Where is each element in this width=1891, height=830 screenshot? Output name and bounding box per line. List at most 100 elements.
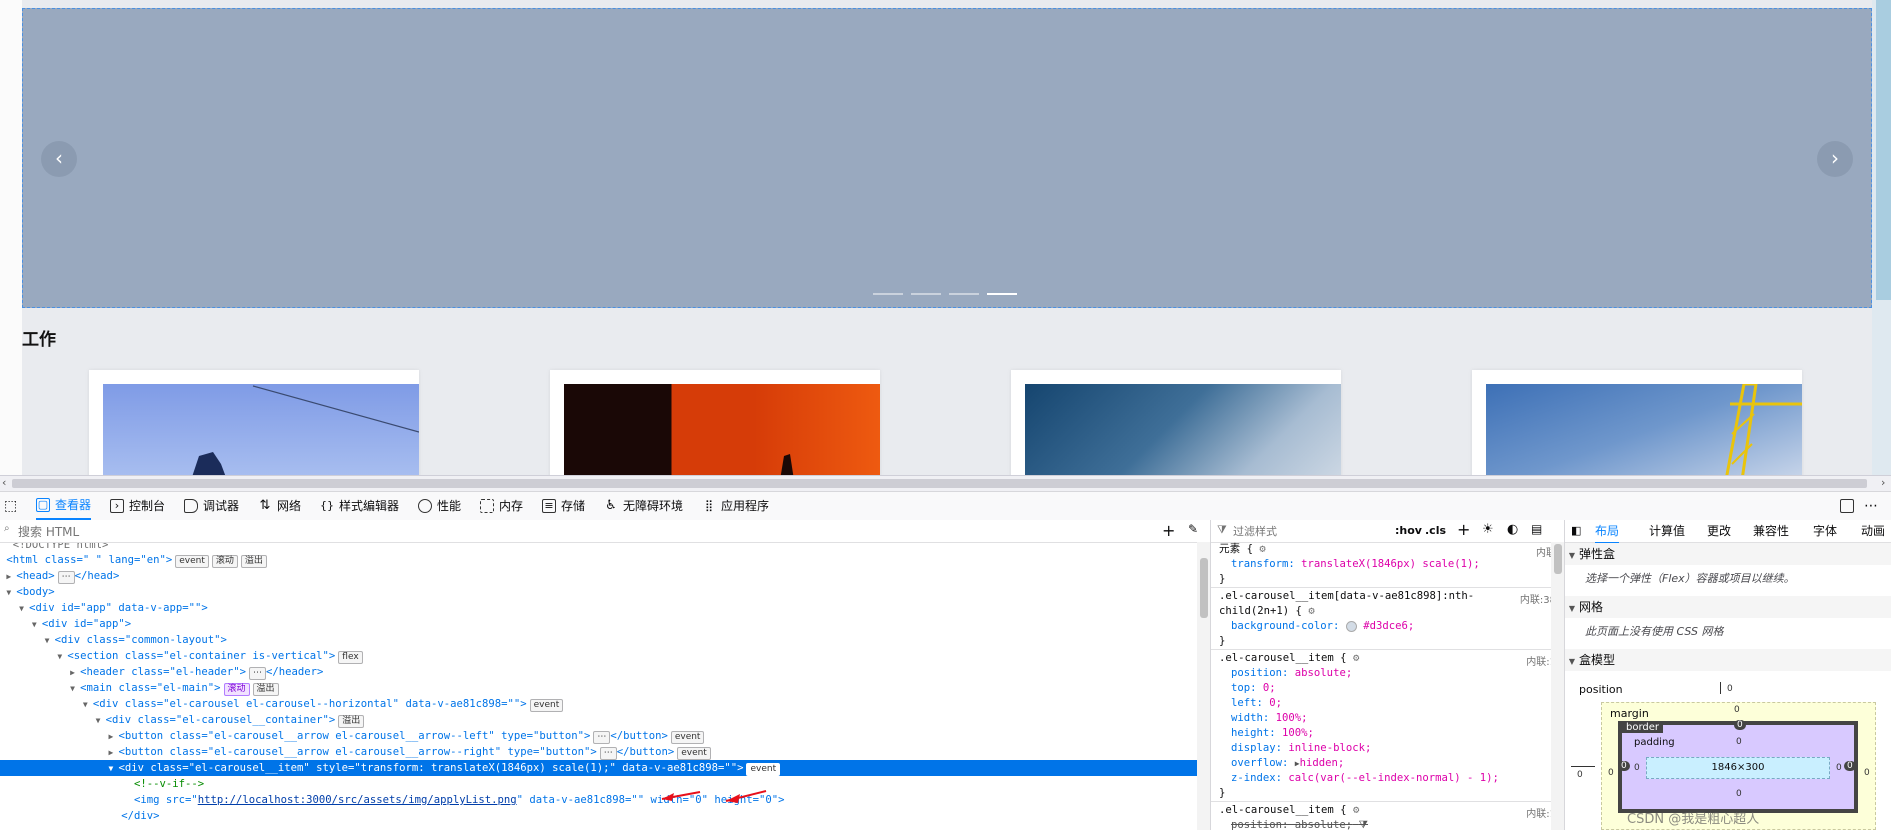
- collapse-arrow-icon[interactable]: ▼: [96, 713, 106, 729]
- collapse-arrow-icon[interactable]: ▼: [108, 761, 118, 777]
- carousel-indicator-active[interactable]: [987, 293, 1017, 295]
- tree-row-comment[interactable]: <!--v-if-->: [0, 776, 1197, 792]
- tree-row-common-layout[interactable]: ▼ <div class="common-layout">: [0, 632, 1197, 648]
- tab-performance[interactable]: 性能: [418, 492, 461, 520]
- tree-row-section[interactable]: ▼ <section class="el-container is-vertica…: [0, 648, 1197, 664]
- tab-compatibility[interactable]: 兼容性: [1753, 520, 1789, 542]
- work-card-2[interactable]: [550, 370, 880, 475]
- element-picker-button[interactable]: ⬚: [4, 492, 17, 520]
- rules-filter-input[interactable]: [1231, 522, 1385, 540]
- event-badge[interactable]: event: [746, 763, 781, 776]
- rule-declaration[interactable]: transform: translateX(1846px) scale(1);: [1231, 557, 1480, 572]
- gear-icon[interactable]: ⚙: [1353, 652, 1359, 664]
- tab-animations[interactable]: 动画: [1861, 520, 1885, 542]
- scroll-left-icon[interactable]: ‹: [2, 476, 6, 489]
- print-media-icon[interactable]: ▤: [1531, 522, 1542, 536]
- work-card-3[interactable]: [1011, 370, 1341, 475]
- class-toggle[interactable]: .cls: [1425, 524, 1446, 537]
- grid-section-header[interactable]: ▼ 网格: [1565, 596, 1891, 618]
- add-rule-icon[interactable]: +: [1457, 520, 1470, 539]
- color-swatch[interactable]: [1345, 620, 1357, 632]
- event-badge[interactable]: event: [677, 747, 711, 760]
- tab-storage[interactable]: ≡ 存储: [542, 492, 585, 520]
- tree-row-app-outer[interactable]: ▼ <div id="app" data-v-app="">: [0, 600, 1197, 616]
- expand-arrow-icon[interactable]: ▶: [108, 729, 118, 745]
- rules-scrollbar[interactable]: [1551, 542, 1564, 830]
- carousel-prev-button[interactable]: ‹: [41, 141, 77, 177]
- dark-theme-icon[interactable]: ◐: [1507, 522, 1518, 537]
- rule-selector[interactable]: .el-carousel__item { ⚙: [1219, 803, 1359, 818]
- hover-state-toggle[interactable]: :hov: [1395, 524, 1422, 537]
- expand-arrow-icon[interactable]: ▶: [6, 569, 16, 585]
- filter-icon[interactable]: ⧩: [1359, 819, 1368, 830]
- carousel-indicator[interactable]: [873, 293, 903, 295]
- tab-network[interactable]: ⇅ 网络: [258, 492, 301, 520]
- gear-icon[interactable]: ⚙: [1353, 804, 1359, 816]
- rule-declaration[interactable]: z-index: calc(var(--el-index-normal) - 1…: [1231, 771, 1499, 786]
- sidebar-toggle-icon[interactable]: ◧: [1571, 520, 1581, 542]
- tree-row-arrow-right[interactable]: ▶ <button class="el-carousel__arrow el-ca…: [0, 744, 1197, 760]
- tree-row-carousel-container[interactable]: ▼ <div class="el-carousel__container"> 溢出: [0, 712, 1197, 728]
- dock-toggle-button[interactable]: [1840, 492, 1854, 520]
- rule-declaration-overridden[interactable]: position: absolute; ⧩: [1231, 818, 1368, 830]
- tab-memory[interactable]: 内存: [480, 492, 523, 520]
- border-box[interactable]: border 0 0 0 padding 0 0 0 0 1846×300: [1618, 720, 1858, 813]
- content-box[interactable]: 1846×300: [1646, 757, 1830, 779]
- event-badge[interactable]: event: [529, 699, 564, 712]
- collapse-arrow-icon[interactable]: ▼: [83, 697, 93, 713]
- tab-inspector[interactable]: ▢ 查看器: [36, 492, 92, 520]
- rule-selector-cont[interactable]: child(2n+1) { ⚙: [1219, 604, 1315, 619]
- collapse-arrow-icon[interactable]: ▼: [57, 649, 67, 665]
- carousel[interactable]: ‹ ›: [22, 8, 1872, 308]
- tab-console[interactable]: › 控制台: [110, 492, 165, 520]
- rule-declaration[interactable]: background-color: #d3dce6;: [1231, 619, 1414, 634]
- flex-badge[interactable]: flex: [338, 651, 363, 664]
- tree-row-body[interactable]: ▼ <body>: [0, 584, 1197, 600]
- img-src-link[interactable]: http://localhost:3000/src/assets/img/app…: [198, 794, 517, 806]
- tree-row-carousel-item-selected[interactable]: ▼ <div class="el-carousel__item" style="t…: [0, 760, 1197, 776]
- scroll-right-icon[interactable]: ›: [1881, 476, 1885, 489]
- rule-declaration[interactable]: width: 100%;: [1231, 711, 1308, 726]
- tree-row-div-close[interactable]: </div>: [0, 808, 1197, 824]
- tree-scrollbar[interactable]: [1197, 542, 1210, 830]
- rule-declaration[interactable]: top: 0;: [1231, 681, 1276, 696]
- tree-row-header[interactable]: ▶ <header class="el-header"> ⋯ </header>: [0, 664, 1197, 680]
- collapse-arrow-icon[interactable]: ▼: [19, 601, 29, 617]
- boxmodel-section-header[interactable]: ▼ 盒模型: [1565, 649, 1891, 671]
- light-theme-icon[interactable]: ☀: [1482, 522, 1494, 537]
- carousel-indicator[interactable]: [911, 293, 941, 295]
- add-node-icon[interactable]: +: [1162, 521, 1175, 540]
- rule-declaration[interactable]: display: inline-block;: [1231, 741, 1371, 756]
- tab-layout[interactable]: 布局: [1595, 520, 1620, 544]
- tab-accessibility[interactable]: ♿ 无障碍环境: [604, 492, 683, 520]
- tab-computed[interactable]: 计算值: [1649, 520, 1685, 542]
- tab-fonts[interactable]: 字体: [1813, 520, 1837, 542]
- collapse-arrow-icon[interactable]: ▼: [45, 633, 55, 649]
- event-badge[interactable]: event: [670, 731, 705, 744]
- scrollbar-thumb[interactable]: [12, 479, 1867, 488]
- collapse-arrow-icon[interactable]: ▼: [70, 681, 80, 697]
- page-right-scrollbar[interactable]: [1872, 0, 1891, 475]
- tab-application[interactable]: ⣿ 应用程序: [702, 492, 769, 520]
- tree-row-head[interactable]: ▶ <head> ⋯ </head>: [0, 568, 1197, 584]
- tree-row-img[interactable]: <img src="http://localhost:3000/src/asse…: [0, 792, 1197, 808]
- work-card-1[interactable]: [89, 370, 419, 475]
- html-search-input[interactable]: [16, 522, 920, 542]
- event-badge[interactable]: event: [175, 555, 209, 568]
- expand-arrow-icon[interactable]: ▶: [70, 665, 80, 681]
- rule-declaration[interactable]: position: absolute;: [1231, 666, 1352, 681]
- tab-style-editor[interactable]: {} 样式编辑器: [320, 492, 399, 520]
- carousel-indicator[interactable]: [949, 293, 979, 295]
- collapse-arrow-icon[interactable]: ▼: [6, 585, 16, 601]
- gear-icon[interactable]: ⚙: [1259, 543, 1265, 555]
- tab-changes[interactable]: 更改: [1707, 520, 1731, 542]
- rule-selector[interactable]: .el-carousel__item { ⚙: [1219, 651, 1359, 666]
- gear-icon[interactable]: ⚙: [1308, 605, 1314, 617]
- page-horizontal-scrollbar[interactable]: ‹ ›: [0, 475, 1891, 492]
- rule-element-selector[interactable]: 元素 { ⚙: [1219, 542, 1266, 557]
- scroll-badge[interactable]: 滚动: [223, 683, 250, 696]
- expand-arrow-icon[interactable]: ▶: [108, 745, 118, 761]
- tree-row-main[interactable]: ▼ <main class="el-main"> 滚动 溢出: [0, 680, 1197, 696]
- carousel-next-button[interactable]: ›: [1817, 141, 1853, 177]
- tab-debugger[interactable]: 调试器: [184, 492, 239, 520]
